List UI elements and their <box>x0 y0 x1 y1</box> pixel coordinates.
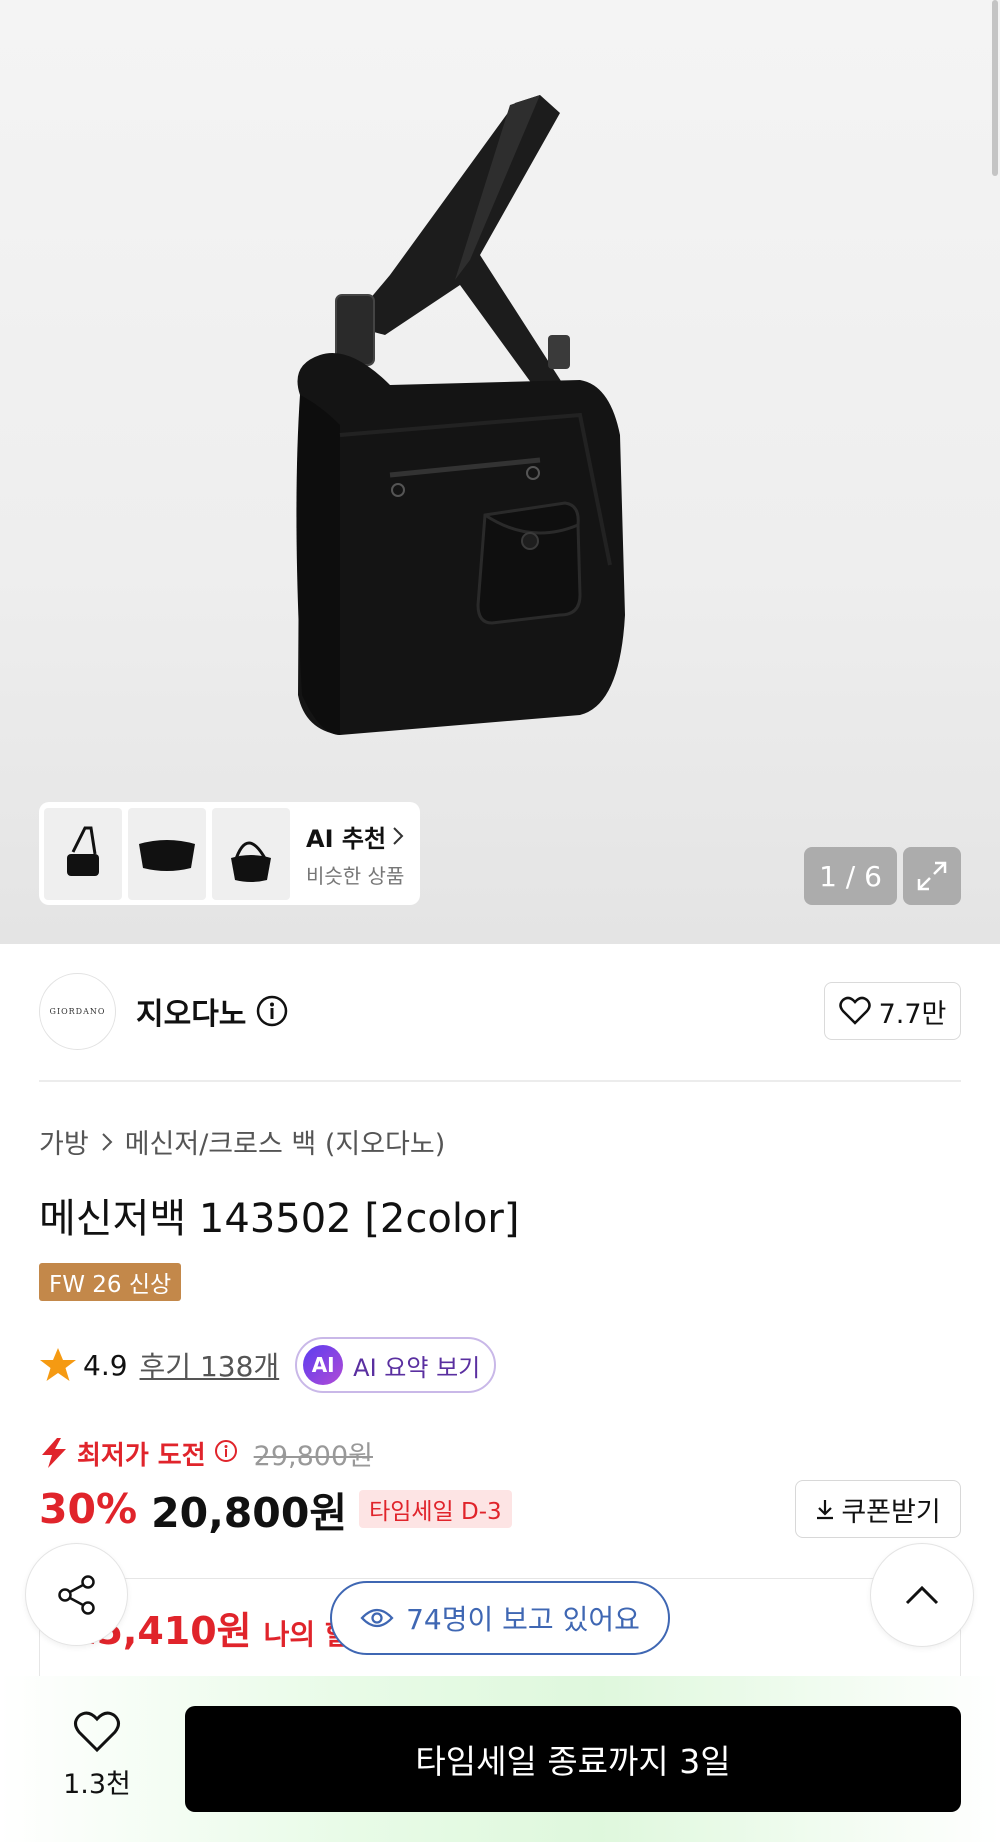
chevron-up-icon <box>905 1585 939 1605</box>
bag-thumb-icon <box>67 826 99 876</box>
sale-price: 20,800원 <box>151 1489 348 1537</box>
star-icon <box>40 1348 76 1381</box>
product-title: 메신저백 143502 [2color] <box>39 1196 520 1242</box>
breadcrumb-item-bags[interactable]: 가방 <box>39 1122 89 1161</box>
product-image-gallery[interactable]: AI 추천 비슷한 상품 1 / 6 <box>0 0 1000 944</box>
wishlist-count: 1.3천 <box>63 1769 131 1800</box>
lowest-price-row: 최저가 도전 29,800원 <box>39 1433 373 1473</box>
brand-like-count: 7.7만 <box>878 998 947 1030</box>
review-link[interactable]: 후기 138개 <box>140 1345 280 1385</box>
coupon-label: 쿠폰받기 <box>841 1496 941 1528</box>
scroll-top-button[interactable] <box>870 1543 974 1647</box>
thumbnail-2[interactable] <box>128 807 206 900</box>
thumbnail-3[interactable] <box>212 807 290 900</box>
brand-row: GIORDANO 지오다노 7.7만 <box>39 972 961 1050</box>
ai-recommend-subtitle: 비슷한 상품 <box>306 863 405 888</box>
download-icon <box>817 1500 834 1520</box>
lightning-icon <box>42 1438 66 1468</box>
new-arrival-tag: FW 26 신상 <box>39 1263 182 1301</box>
buy-button[interactable]: 타임세일 종료까지 3일 <box>185 1706 961 1812</box>
original-price: 29,800원 <box>253 1440 373 1472</box>
scrollbar[interactable] <box>992 0 998 176</box>
ai-summary-label: AI 요약 보기 <box>353 1353 481 1382</box>
rating-value: 4.9 <box>83 1348 128 1382</box>
chevron-right-icon <box>101 1132 113 1151</box>
ai-badge-icon: AI <box>303 1345 344 1385</box>
thumbnail-1[interactable] <box>44 807 122 900</box>
brand-name[interactable]: 지오다노 <box>136 989 246 1033</box>
breadcrumb: 가방 메신저/크로스 백 (지오다노) <box>39 1122 445 1161</box>
divider <box>39 1080 961 1082</box>
breadcrumb-item-messenger[interactable]: 메신저/크로스 백 (지오다노) <box>125 1122 446 1161</box>
price-row: 30% 20,800원 타임세일 D-3 <box>39 1480 512 1538</box>
image-counter: 1 / 6 <box>804 847 897 905</box>
rating-row: 4.9 후기 138개 AI AI 요약 보기 <box>39 1337 497 1393</box>
ai-recommend-title: AI 추천 <box>306 824 387 853</box>
viewers-text: 74명이 보고 있어요 <box>406 1603 640 1636</box>
discount-rate: 30% <box>39 1485 138 1533</box>
lowest-price-label: 최저가 도전 <box>77 1440 206 1471</box>
share-icon <box>57 1574 95 1615</box>
brand-like-button[interactable]: 7.7만 <box>824 982 961 1040</box>
chevron-right-icon <box>393 827 404 845</box>
info-icon[interactable] <box>256 995 288 1027</box>
share-button[interactable] <box>25 1543 128 1646</box>
expand-button[interactable] <box>903 847 961 905</box>
product-image <box>296 95 625 735</box>
ai-summary-button[interactable]: AI AI 요약 보기 <box>295 1337 497 1393</box>
brand-logo[interactable]: GIORDANO <box>39 972 116 1050</box>
wishlist-button[interactable]: 1.3천 <box>56 1710 138 1801</box>
bag-thumb-icon <box>231 841 271 882</box>
ai-recommend-card[interactable]: AI 추천 비슷한 상품 <box>39 802 420 905</box>
expand-icon <box>917 861 947 891</box>
viewers-badge: 74명이 보고 있어요 <box>330 1581 670 1655</box>
info-icon[interactable] <box>214 1439 238 1467</box>
coupon-button[interactable]: 쿠폰받기 <box>795 1480 961 1538</box>
eye-icon <box>360 1608 394 1628</box>
timesale-badge: 타임세일 D-3 <box>359 1490 512 1528</box>
heart-icon <box>74 1711 120 1753</box>
bag-thumb-icon <box>139 839 195 871</box>
heart-icon <box>838 996 871 1025</box>
